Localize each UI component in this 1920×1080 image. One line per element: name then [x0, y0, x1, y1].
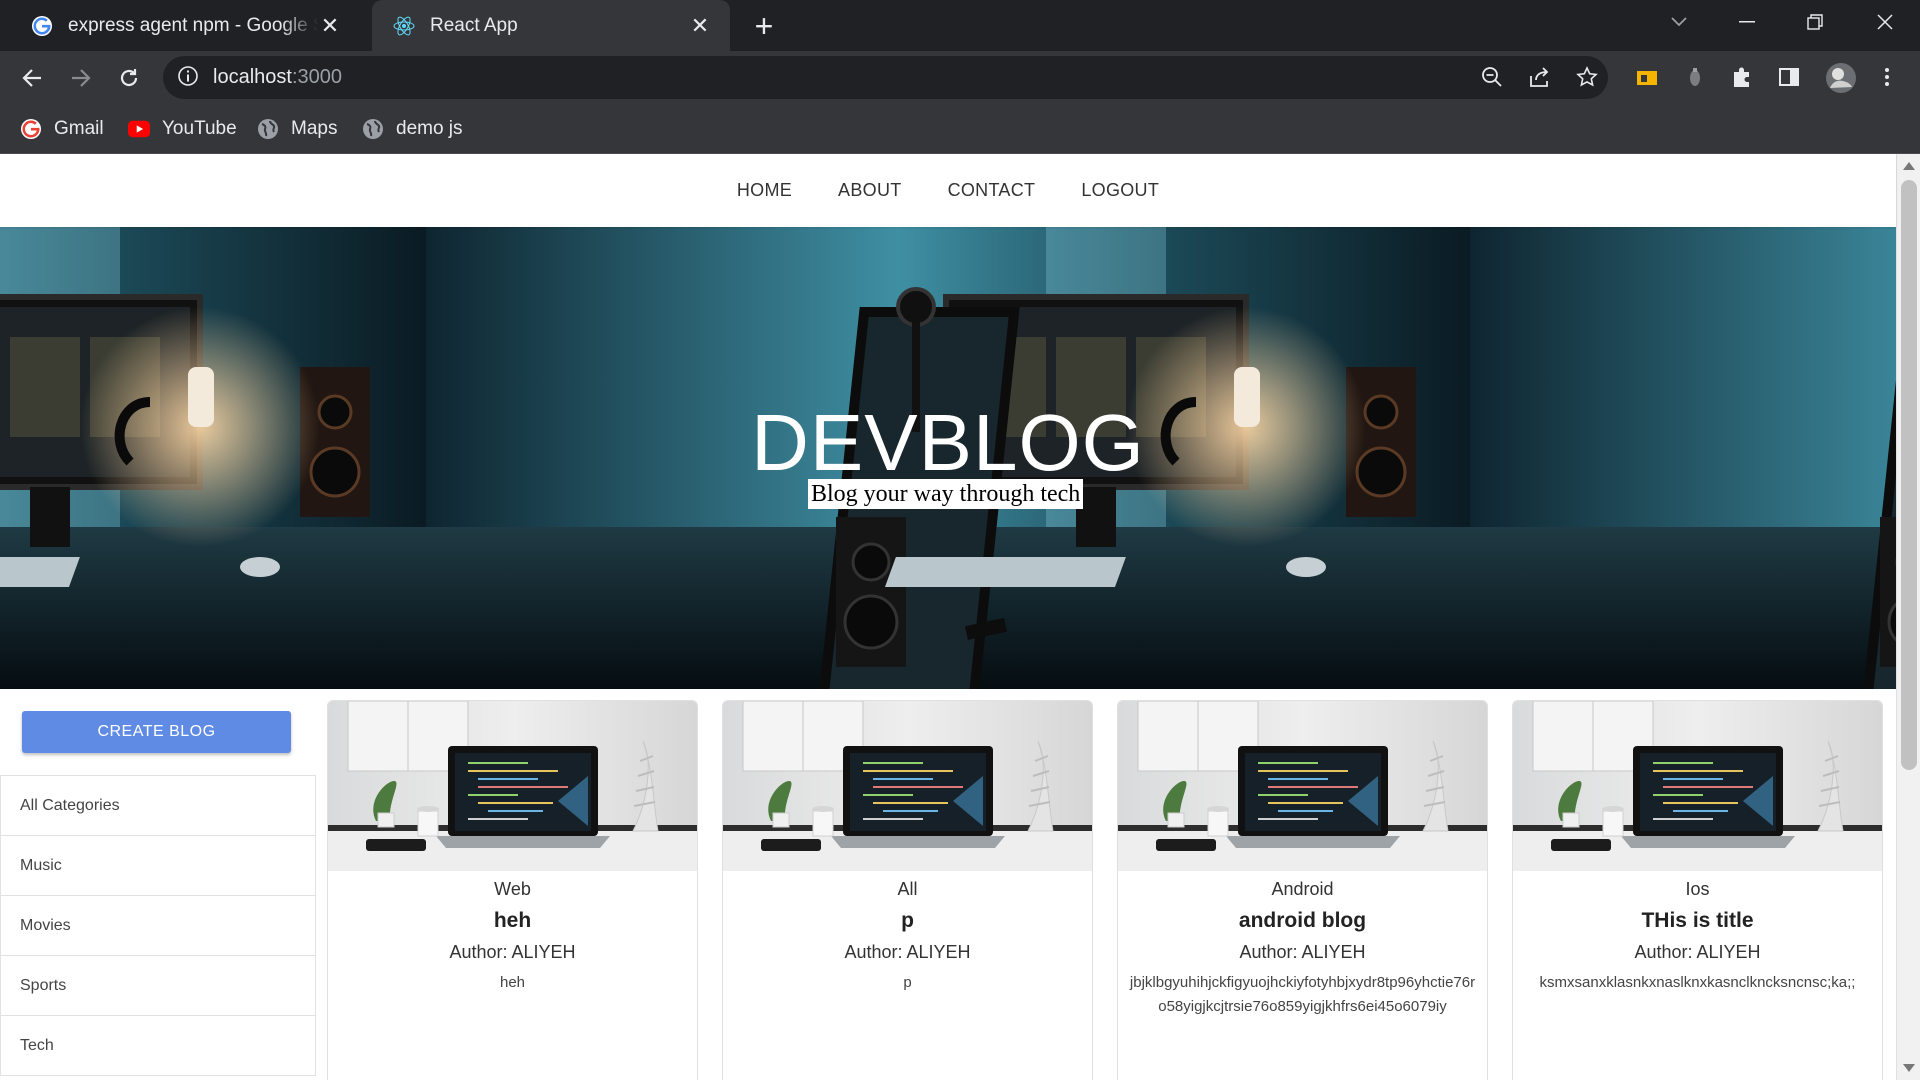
laptop-thumbnail	[723, 701, 1092, 871]
url-text[interactable]: localhost:3000	[213, 66, 342, 89]
nav-logout-link[interactable]: LOGOUT	[1081, 180, 1159, 201]
blog-card[interactable]: All p Author: ALIYEH p	[722, 700, 1093, 1080]
card-author: Author: ALIYEH	[844, 942, 971, 962]
url-host: localhost	[213, 66, 292, 88]
category-list: All Categories Music Movies Sports Tech	[0, 775, 316, 1076]
blog-card[interactable]: Android android blog Author: ALIYEH jbjk…	[1117, 700, 1488, 1080]
bookmarks-bar: Gmail YouTube Maps demo js	[0, 104, 1920, 154]
avatar[interactable]	[1825, 62, 1857, 94]
bookmark-star-icon[interactable]	[1576, 66, 1600, 90]
blog-page: HOME ABOUT CONTACT LOGOUT DEVBLOG Blog y…	[0, 154, 1896, 1080]
minimize-icon[interactable]	[1713, 0, 1781, 44]
tab-title: React App	[430, 14, 518, 36]
puzzle-icon[interactable]	[1730, 65, 1756, 91]
bookmark-youtube[interactable]: YouTube	[128, 115, 237, 143]
zoom-icon[interactable]	[1481, 66, 1505, 90]
youtube-icon	[128, 118, 150, 140]
share-icon[interactable]	[1528, 66, 1552, 90]
hero-subtitle: Blog your way through tech	[808, 479, 1084, 509]
blog-card[interactable]: Ios THis is title Author: ALIYEH ksmxsan…	[1512, 700, 1883, 1080]
bookmark-maps[interactable]: Maps	[257, 115, 337, 143]
category-tech[interactable]: Tech	[1, 1016, 315, 1076]
card-description: ksmxsanxklasnkxnaslknxkasnclkncksncnsc;k…	[1539, 974, 1856, 991]
page-scrollbar[interactable]	[1896, 154, 1920, 1080]
info-icon[interactable]	[177, 65, 201, 89]
sidebar: CREATE BLOG All Categories Music Movies …	[0, 689, 316, 1080]
globe-icon	[362, 118, 384, 140]
browser-toolbar: localhost:3000	[0, 51, 1920, 104]
close-icon[interactable]: ✕	[688, 13, 712, 38]
category-music[interactable]: Music	[1, 836, 315, 896]
extension-icon[interactable]	[1683, 65, 1709, 91]
category-sports[interactable]: Sports	[1, 956, 315, 1016]
extension-folder-icon[interactable]	[1635, 65, 1661, 91]
reload-icon[interactable]	[111, 60, 147, 96]
google-icon	[20, 118, 42, 140]
back-icon[interactable]	[14, 60, 50, 96]
card-author: Author: ALIYEH	[449, 942, 576, 962]
react-icon	[392, 14, 416, 38]
tab-search-icon[interactable]	[1645, 0, 1713, 44]
address-bar[interactable]: localhost:3000	[163, 56, 1608, 99]
forward-icon[interactable]	[63, 60, 99, 96]
card-category: Android	[1271, 879, 1334, 899]
tab-react-app[interactable]: React App ✕	[372, 0, 730, 51]
create-blog-button[interactable]: CREATE BLOG	[22, 711, 291, 753]
nav-home-link[interactable]: HOME	[737, 180, 792, 201]
scroll-thumb[interactable]	[1901, 180, 1917, 770]
card-author: Author: ALIYEH	[1239, 942, 1366, 962]
tab-google-search[interactable]: express agent npm - Google Search ✕	[10, 0, 360, 51]
site-nav: HOME ABOUT CONTACT LOGOUT	[0, 154, 1896, 227]
card-title[interactable]: THis is title	[1513, 909, 1882, 933]
category-movies[interactable]: Movies	[1, 896, 315, 956]
close-window-icon[interactable]	[1851, 0, 1919, 44]
scroll-down-arrow-icon[interactable]	[1903, 1064, 1915, 1072]
card-category: Web	[494, 879, 531, 899]
card-description: heh	[499, 974, 526, 991]
google-icon	[30, 14, 54, 38]
page-viewport: HOME ABOUT CONTACT LOGOUT DEVBLOG Blog y…	[0, 154, 1920, 1080]
menu-kebab-icon[interactable]	[1875, 65, 1901, 91]
blog-card[interactable]: Web heh Author: ALIYEH heh	[327, 700, 698, 1080]
bookmark-label: demo js	[396, 118, 463, 139]
card-category: Ios	[1685, 879, 1710, 899]
nav-about-link[interactable]: ABOUT	[838, 180, 902, 201]
nav-contact-link[interactable]: CONTACT	[948, 180, 1036, 201]
bookmark-label: Maps	[291, 118, 338, 139]
globe-icon	[257, 118, 279, 140]
card-description: jbjklbgyuhihjckfigyuojhckiyfotyhbjxydr8t…	[1129, 974, 1476, 1015]
bookmark-gmail[interactable]: Gmail	[20, 115, 104, 143]
side-panel-icon[interactable]	[1777, 65, 1803, 91]
bookmark-label: YouTube	[162, 118, 237, 139]
restore-icon[interactable]	[1781, 0, 1849, 44]
category-all[interactable]: All Categories	[1, 776, 315, 836]
close-icon[interactable]: ✕	[318, 13, 342, 38]
new-tab-icon[interactable]: +	[748, 8, 780, 44]
hero-title: DEVBLOG	[751, 398, 1145, 487]
url-port: :3000	[291, 66, 342, 88]
tab-title: express agent npm - Google Search	[68, 14, 318, 36]
laptop-thumbnail	[1118, 701, 1487, 871]
card-category: All	[897, 879, 918, 899]
hero-banner: DEVBLOG Blog your way through tech	[0, 227, 1896, 689]
tab-strip: express agent npm - Google Search ✕ Reac…	[0, 0, 1920, 51]
bookmark-demo-js[interactable]: demo js	[362, 115, 463, 143]
card-title[interactable]: android blog	[1118, 909, 1487, 933]
card-description: p	[903, 974, 912, 991]
laptop-thumbnail	[328, 701, 697, 871]
card-title[interactable]: p	[723, 909, 1092, 933]
card-title[interactable]: heh	[328, 909, 697, 933]
bookmark-label: Gmail	[54, 118, 104, 139]
card-author: Author: ALIYEH	[1634, 942, 1761, 962]
laptop-thumbnail	[1513, 701, 1882, 871]
scroll-up-arrow-icon[interactable]	[1903, 162, 1915, 170]
